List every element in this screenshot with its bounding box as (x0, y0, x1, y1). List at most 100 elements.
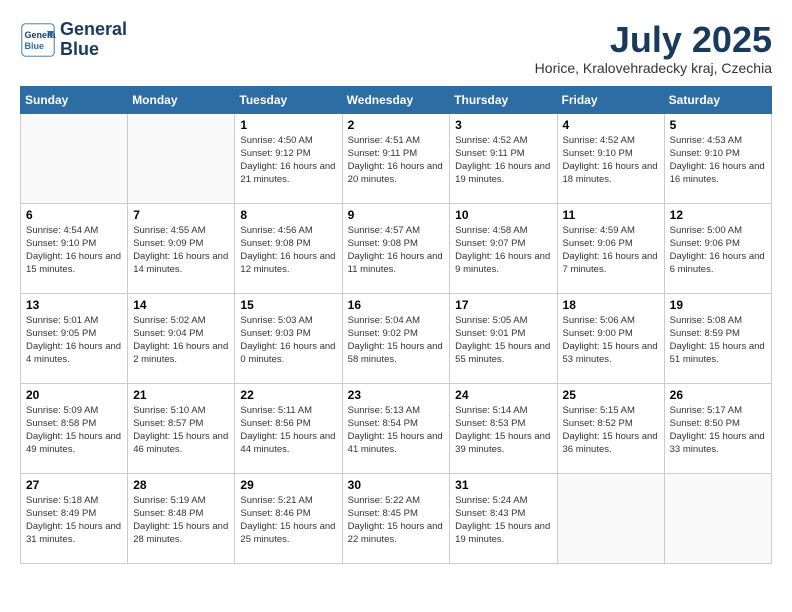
calendar-cell: 9 Sunrise: 4:57 AM Sunset: 9:08 PM Daylig… (342, 203, 450, 293)
calendar-cell: 17 Sunrise: 5:05 AM Sunset: 9:01 PM Dayli… (450, 293, 557, 383)
day-number: 5 (670, 118, 766, 132)
day-number: 21 (133, 388, 229, 402)
calendar-cell: 15Sunrise: 5:03 AM Sunset: 9:03 PM Dayli… (235, 293, 342, 383)
calendar-cell: 6 Sunrise: 4:54 AM Sunset: 9:10 PM Daylig… (21, 203, 128, 293)
day-info: Sunrise: 4:59 AM Sunset: 9:06 PM Dayligh… (563, 224, 659, 277)
month-year: July 2025 (535, 20, 772, 60)
day-number: 25 (563, 388, 659, 402)
calendar-cell: 4Sunrise: 4:52 AM Sunset: 9:10 PM Daylig… (557, 113, 664, 203)
calendar-cell: 10 Sunrise: 4:58 AM Sunset: 9:07 PM Dayli… (450, 203, 557, 293)
day-info: Sunrise: 4:54 AM Sunset: 9:10 PM Dayligh… (26, 224, 122, 277)
calendar-cell: 31Sunrise: 5:24 AM Sunset: 8:43 PM Dayli… (450, 473, 557, 563)
calendar-cell: 19 Sunrise: 5:08 AM Sunset: 8:59 PM Dayli… (664, 293, 771, 383)
calendar-week-row: 6 Sunrise: 4:54 AM Sunset: 9:10 PM Daylig… (21, 203, 772, 293)
weekday-header: Thursday (450, 86, 557, 113)
calendar-cell: 2Sunrise: 4:51 AM Sunset: 9:11 PM Daylig… (342, 113, 450, 203)
calendar-cell: 20Sunrise: 5:09 AM Sunset: 8:58 PM Dayli… (21, 383, 128, 473)
day-info: Sunrise: 5:17 AM Sunset: 8:50 PM Dayligh… (670, 404, 766, 457)
day-number: 8 (240, 208, 336, 222)
day-info: Sunrise: 5:08 AM Sunset: 8:59 PM Dayligh… (670, 314, 766, 367)
calendar-cell: 29 Sunrise: 5:21 AM Sunset: 8:46 PM Dayli… (235, 473, 342, 563)
header-row: SundayMondayTuesdayWednesdayThursdayFrid… (21, 86, 772, 113)
calendar-week-row: 13 Sunrise: 5:01 AM Sunset: 9:05 PM Dayli… (21, 293, 772, 383)
day-info: Sunrise: 5:02 AM Sunset: 9:04 PM Dayligh… (133, 314, 229, 367)
day-info: Sunrise: 4:53 AM Sunset: 9:10 PM Dayligh… (670, 134, 766, 187)
day-number: 26 (670, 388, 766, 402)
calendar-cell: 21 Sunrise: 5:10 AM Sunset: 8:57 PM Dayli… (128, 383, 235, 473)
logo: General Blue General Blue (20, 20, 127, 60)
day-info: Sunrise: 4:55 AM Sunset: 9:09 PM Dayligh… (133, 224, 229, 277)
logo-icon: General Blue (20, 22, 56, 58)
day-number: 2 (348, 118, 445, 132)
day-info: Sunrise: 5:18 AM Sunset: 8:49 PM Dayligh… (26, 494, 122, 547)
day-number: 13 (26, 298, 122, 312)
day-info: Sunrise: 5:21 AM Sunset: 8:46 PM Dayligh… (240, 494, 336, 547)
day-info: Sunrise: 5:22 AM Sunset: 8:45 PM Dayligh… (348, 494, 445, 547)
day-number: 16 (348, 298, 445, 312)
day-info: Sunrise: 5:13 AM Sunset: 8:54 PM Dayligh… (348, 404, 445, 457)
page-header: General Blue General Blue July 2025 Hori… (20, 20, 772, 76)
calendar-cell (21, 113, 128, 203)
weekday-header: Sunday (21, 86, 128, 113)
weekday-header: Monday (128, 86, 235, 113)
day-number: 6 (26, 208, 122, 222)
calendar-cell: 14 Sunrise: 5:02 AM Sunset: 9:04 PM Dayli… (128, 293, 235, 383)
day-number: 10 (455, 208, 551, 222)
day-number: 29 (240, 478, 336, 492)
calendar-cell (128, 113, 235, 203)
calendar-cell: 27 Sunrise: 5:18 AM Sunset: 8:49 PM Dayli… (21, 473, 128, 563)
calendar-cell (557, 473, 664, 563)
logo-text: General Blue (60, 20, 127, 60)
calendar-cell: 18 Sunrise: 5:06 AM Sunset: 9:00 PM Dayli… (557, 293, 664, 383)
calendar-table: SundayMondayTuesdayWednesdayThursdayFrid… (20, 86, 772, 564)
calendar-cell: 5 Sunrise: 4:53 AM Sunset: 9:10 PM Daylig… (664, 113, 771, 203)
calendar-cell: 1 Sunrise: 4:50 AM Sunset: 9:12 PM Daylig… (235, 113, 342, 203)
day-number: 19 (670, 298, 766, 312)
weekday-header: Friday (557, 86, 664, 113)
day-info: Sunrise: 5:01 AM Sunset: 9:05 PM Dayligh… (26, 314, 122, 367)
calendar-cell: 26 Sunrise: 5:17 AM Sunset: 8:50 PM Dayli… (664, 383, 771, 473)
day-number: 9 (348, 208, 445, 222)
calendar-cell: 12Sunrise: 5:00 AM Sunset: 9:06 PM Dayli… (664, 203, 771, 293)
day-number: 18 (563, 298, 659, 312)
calendar-cell: 28Sunrise: 5:19 AM Sunset: 8:48 PM Dayli… (128, 473, 235, 563)
day-number: 22 (240, 388, 336, 402)
calendar-cell: 24Sunrise: 5:14 AM Sunset: 8:53 PM Dayli… (450, 383, 557, 473)
calendar-cell: 7Sunrise: 4:55 AM Sunset: 9:09 PM Daylig… (128, 203, 235, 293)
day-info: Sunrise: 5:06 AM Sunset: 9:00 PM Dayligh… (563, 314, 659, 367)
day-number: 17 (455, 298, 551, 312)
calendar-cell: 11 Sunrise: 4:59 AM Sunset: 9:06 PM Dayli… (557, 203, 664, 293)
day-number: 14 (133, 298, 229, 312)
day-info: Sunrise: 4:58 AM Sunset: 9:07 PM Dayligh… (455, 224, 551, 277)
calendar-week-row: 27 Sunrise: 5:18 AM Sunset: 8:49 PM Dayli… (21, 473, 772, 563)
svg-text:Blue: Blue (25, 41, 45, 51)
day-info: Sunrise: 4:56 AM Sunset: 9:08 PM Dayligh… (240, 224, 336, 277)
calendar-cell: 13 Sunrise: 5:01 AM Sunset: 9:05 PM Dayli… (21, 293, 128, 383)
calendar-cell: 23 Sunrise: 5:13 AM Sunset: 8:54 PM Dayli… (342, 383, 450, 473)
calendar-week-row: 20Sunrise: 5:09 AM Sunset: 8:58 PM Dayli… (21, 383, 772, 473)
day-info: Sunrise: 5:10 AM Sunset: 8:57 PM Dayligh… (133, 404, 229, 457)
calendar-cell: 3Sunrise: 4:52 AM Sunset: 9:11 PM Daylig… (450, 113, 557, 203)
day-number: 12 (670, 208, 766, 222)
day-number: 3 (455, 118, 551, 132)
day-info: Sunrise: 5:09 AM Sunset: 8:58 PM Dayligh… (26, 404, 122, 457)
calendar-header: SundayMondayTuesdayWednesdayThursdayFrid… (21, 86, 772, 113)
day-info: Sunrise: 5:05 AM Sunset: 9:01 PM Dayligh… (455, 314, 551, 367)
day-info: Sunrise: 5:15 AM Sunset: 8:52 PM Dayligh… (563, 404, 659, 457)
day-number: 15 (240, 298, 336, 312)
calendar-week-row: 1 Sunrise: 4:50 AM Sunset: 9:12 PM Daylig… (21, 113, 772, 203)
day-info: Sunrise: 5:24 AM Sunset: 8:43 PM Dayligh… (455, 494, 551, 547)
calendar-cell: 22Sunrise: 5:11 AM Sunset: 8:56 PM Dayli… (235, 383, 342, 473)
day-number: 1 (240, 118, 336, 132)
day-info: Sunrise: 4:50 AM Sunset: 9:12 PM Dayligh… (240, 134, 336, 187)
location: Horice, Kralovehradecky kraj, Czechia (535, 60, 772, 76)
day-number: 11 (563, 208, 659, 222)
day-info: Sunrise: 5:04 AM Sunset: 9:02 PM Dayligh… (348, 314, 445, 367)
calendar-cell (664, 473, 771, 563)
day-number: 23 (348, 388, 445, 402)
day-info: Sunrise: 5:19 AM Sunset: 8:48 PM Dayligh… (133, 494, 229, 547)
day-number: 24 (455, 388, 551, 402)
day-number: 4 (563, 118, 659, 132)
day-number: 27 (26, 478, 122, 492)
day-info: Sunrise: 4:57 AM Sunset: 9:08 PM Dayligh… (348, 224, 445, 277)
